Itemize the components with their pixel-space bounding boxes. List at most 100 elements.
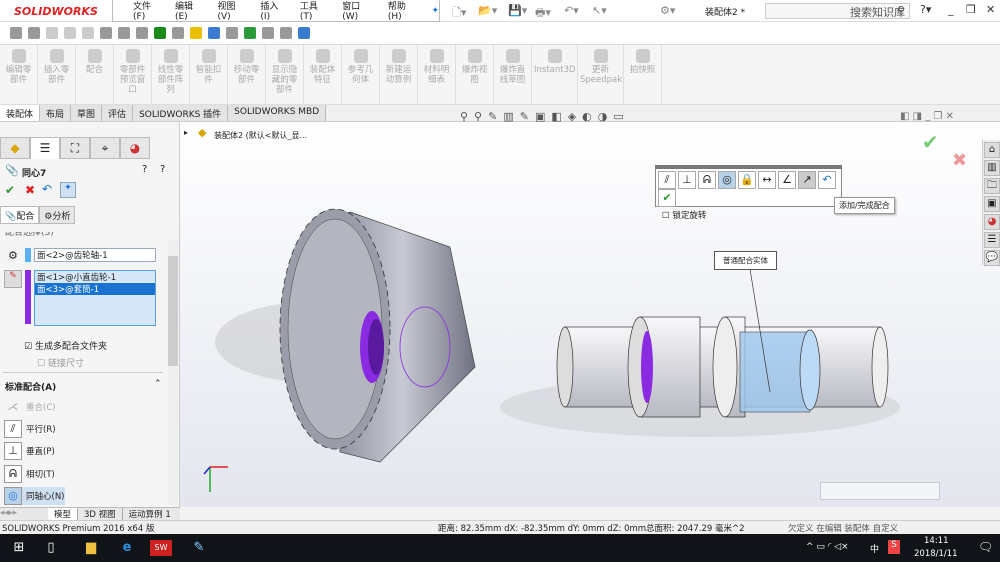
command-button[interactable]: 线性零部件阵列: [152, 45, 190, 104]
command-button[interactable]: 零部件预览窗口: [114, 45, 152, 104]
file-explorer-icon[interactable]: ▆: [82, 540, 100, 556]
config-manager-tab-icon[interactable]: ⛶: [60, 137, 90, 159]
restore-button[interactable]: ❐: [966, 3, 976, 16]
command-button[interactable]: 爆炸直线草图: [494, 45, 532, 104]
mate-coincident[interactable]: ⋌ 重合(C): [4, 398, 56, 416]
tray-icons[interactable]: ^ ▭ ◜ ◁×: [806, 542, 849, 552]
toolbar-icon[interactable]: [280, 27, 292, 39]
ok-check-icon[interactable]: ✔: [5, 183, 15, 197]
command-button[interactable]: 爆炸视图: [456, 45, 494, 104]
command-button[interactable]: 材料明细表: [418, 45, 456, 104]
flip-alignment-icon[interactable]: ↗: [798, 171, 816, 189]
link-dimensions-checkbox[interactable]: ☐ 链接尺寸: [37, 356, 84, 369]
pin-green-icon[interactable]: [154, 27, 166, 39]
viewport-controls[interactable]: ◧ ◨ _ ❐ ✕: [900, 111, 954, 122]
tab-mbd[interactable]: SOLIDWORKS MBD: [228, 105, 327, 121]
graphics-area[interactable]: ▸ ◆ 装配体2 (默认<默认_显... ⚲⚲✎▥✎▣◧◈◐◑▭ ◧ ◨ _ ❐…: [180, 110, 1000, 507]
command-button[interactable]: 拍快照: [624, 45, 662, 104]
edge-browser-icon[interactable]: e: [118, 540, 136, 556]
menu-help[interactable]: 帮助(H): [388, 0, 420, 22]
custom-properties-icon[interactable]: ☰: [984, 232, 1000, 248]
selection-item[interactable]: 面<1>@小直齿轮-1: [35, 271, 155, 283]
command-button[interactable]: 更新Speedpak: [578, 45, 624, 104]
open-icon[interactable]: 📂▾: [478, 4, 497, 17]
angle-icon[interactable]: ∠: [778, 171, 796, 189]
undo-icon[interactable]: ↶: [818, 171, 836, 189]
display-manager-tab-icon[interactable]: ◕: [120, 137, 150, 159]
tab-sketch[interactable]: 草图: [71, 105, 103, 121]
selection-item-selected[interactable]: 面<3>@套筒-1: [35, 283, 155, 295]
menu-tools[interactable]: 工具(T): [300, 0, 330, 22]
lock-rotation-checkbox[interactable]: ☐ 锁定旋转: [656, 209, 841, 221]
save-icon[interactable]: 💾▾: [508, 4, 527, 17]
search-input[interactable]: 搜索知识库 ⚲: [765, 3, 910, 19]
design-library-icon[interactable]: ▥: [984, 160, 1000, 176]
search-icon[interactable]: [208, 27, 220, 39]
minimize-button[interactable]: _: [948, 3, 954, 16]
command-button[interactable]: 参考几何体: [342, 45, 380, 104]
undo-icon[interactable]: ↶▾: [564, 4, 579, 17]
new-icon[interactable]: 🗋▾: [452, 4, 466, 23]
mate-parallel[interactable]: ⫽ 平行(R): [4, 420, 56, 438]
command-button[interactable]: 装配体特征: [304, 45, 342, 104]
distance-icon[interactable]: ↔: [758, 171, 776, 189]
tangent-icon[interactable]: ᕱ: [698, 171, 716, 189]
undo-icon[interactable]: ↶: [42, 182, 52, 196]
cancel-x-icon[interactable]: ✖: [25, 183, 35, 197]
menu-view[interactable]: 视图(V): [217, 0, 248, 22]
command-button[interactable]: 新建运动算例: [380, 45, 418, 104]
select-icon[interactable]: ↖▾: [592, 4, 607, 17]
tab-model[interactable]: 模型: [48, 508, 78, 520]
help-icon[interactable]: ?: [160, 164, 165, 175]
home-icon[interactable]: ⌂: [984, 142, 1000, 158]
gear-icon[interactable]: [100, 27, 112, 39]
keep-visible-pin-icon[interactable]: ✦: [60, 182, 76, 198]
toolbar-icon[interactable]: [10, 27, 22, 39]
whats-wrong-icon[interactable]: ?: [142, 164, 147, 175]
command-button[interactable]: 配合: [76, 45, 114, 104]
tab-3d-views[interactable]: 3D 视图: [77, 508, 122, 520]
toolbar-icon[interactable]: [244, 27, 256, 39]
command-button[interactable]: 智能扣件: [190, 45, 228, 104]
clock-time[interactable]: 14:11: [924, 536, 949, 546]
menu-edit[interactable]: 编辑(E): [175, 0, 205, 22]
file-explorer-icon[interactable]: 🗀: [984, 178, 1000, 194]
perpendicular-icon[interactable]: ⊥: [678, 171, 696, 189]
scrollbar-thumb[interactable]: [168, 256, 178, 366]
tab-assembly[interactable]: 装配体: [0, 105, 41, 121]
windows-start-icon[interactable]: ⊞: [10, 540, 28, 556]
selection-field-2[interactable]: 面<1>@小直齿轮-1 面<3>@套筒-1: [34, 270, 156, 326]
forum-icon[interactable]: 💬: [984, 250, 1000, 266]
subtab-analysis[interactable]: ⚙分析: [39, 206, 76, 224]
feature-tree-tab-icon[interactable]: ◆: [0, 137, 30, 159]
toolbar-icon[interactable]: [82, 27, 94, 39]
toolbar-icon[interactable]: [136, 27, 148, 39]
tab-evaluate[interactable]: 评估: [102, 105, 134, 121]
command-button[interactable]: 移动零部件: [228, 45, 266, 104]
subtab-mates[interactable]: 📎配合: [0, 206, 40, 224]
appearances-icon[interactable]: ◕: [984, 214, 1000, 230]
tab-motion-study[interactable]: 运动算例 1: [121, 508, 177, 520]
view-palette-icon[interactable]: ▣: [984, 196, 1000, 212]
property-manager-tab-icon[interactable]: ☰: [30, 137, 60, 159]
toolbar-icon[interactable]: [118, 27, 130, 39]
print-icon[interactable]: 🖶▾: [535, 4, 551, 23]
toolbar-icon[interactable]: [46, 27, 58, 39]
binoculars-icon[interactable]: [226, 27, 238, 39]
mate-tangent[interactable]: ᕱ 相切(T): [4, 465, 55, 483]
menu-insert[interactable]: 插入(I): [260, 0, 287, 22]
lock-icon[interactable]: 🔒: [738, 171, 756, 189]
solidworks-taskbar-icon[interactable]: SW: [150, 540, 172, 556]
collapse-chevron-icon[interactable]: ⌃: [154, 379, 162, 389]
scrollbar[interactable]: [168, 240, 178, 505]
parallel-icon[interactable]: ⫽: [658, 171, 676, 189]
mate-perpendicular[interactable]: ⊥ 垂直(P): [4, 442, 55, 460]
help-icon[interactable]: ?▾: [920, 3, 931, 16]
ime-indicator[interactable]: 中: [870, 542, 879, 555]
toolbar-icon[interactable]: [190, 27, 202, 39]
command-button[interactable]: 编辑零部件: [0, 45, 38, 104]
clock-date[interactable]: 2018/1/11: [914, 549, 958, 559]
add-finish-mate-check-icon[interactable]: ✔: [658, 189, 676, 207]
task-view-icon[interactable]: ▯: [42, 540, 60, 556]
multi-mate-icon[interactable]: ✎: [4, 270, 22, 288]
